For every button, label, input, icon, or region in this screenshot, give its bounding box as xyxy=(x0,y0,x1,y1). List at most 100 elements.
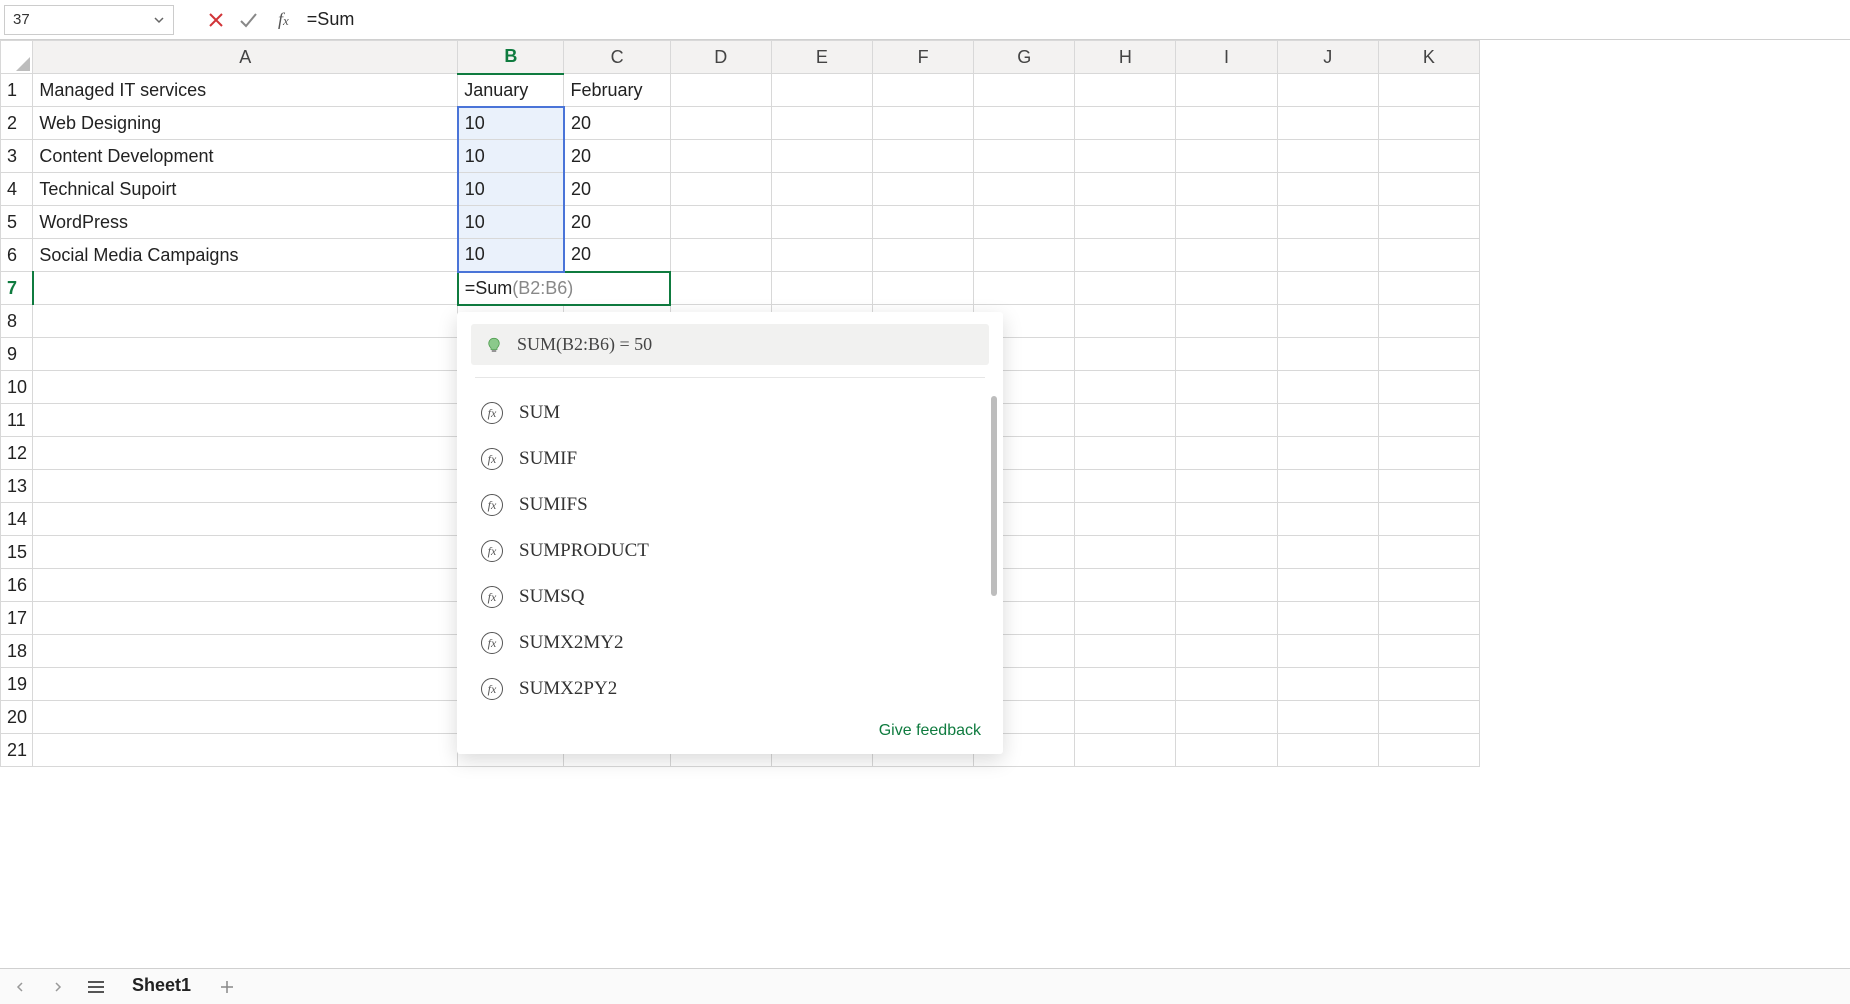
cell-G4[interactable] xyxy=(974,173,1075,206)
cell-I1[interactable] xyxy=(1176,74,1277,107)
cell-D2[interactable] xyxy=(670,107,771,140)
spreadsheet-grid[interactable]: ABCDEFGHIJK1Managed IT servicesJanuaryFe… xyxy=(0,40,1850,968)
column-header-C[interactable]: C xyxy=(564,41,670,74)
cell-A17[interactable] xyxy=(33,602,458,635)
cell-C2[interactable]: 20 xyxy=(564,107,670,140)
cell-J6[interactable] xyxy=(1277,239,1378,272)
cell-B6[interactable]: 10 xyxy=(458,239,564,272)
cell-A8[interactable] xyxy=(33,305,458,338)
cell-G2[interactable] xyxy=(974,107,1075,140)
cell-A15[interactable] xyxy=(33,536,458,569)
cell-I5[interactable] xyxy=(1176,206,1277,239)
cell-E2[interactable] xyxy=(771,107,872,140)
cell-A14[interactable] xyxy=(33,503,458,536)
cell-F3[interactable] xyxy=(872,140,973,173)
cell-H15[interactable] xyxy=(1075,536,1176,569)
row-header-16[interactable]: 16 xyxy=(1,569,33,602)
row-header-9[interactable]: 9 xyxy=(1,338,33,371)
cell-C4[interactable]: 20 xyxy=(564,173,670,206)
row-header-5[interactable]: 5 xyxy=(1,206,33,239)
cell-K15[interactable] xyxy=(1378,536,1479,569)
cell-J1[interactable] xyxy=(1277,74,1378,107)
cell-K13[interactable] xyxy=(1378,470,1479,503)
cell-J2[interactable] xyxy=(1277,107,1378,140)
cell-A19[interactable] xyxy=(33,668,458,701)
cell-A5[interactable]: WordPress xyxy=(33,206,458,239)
row-header-11[interactable]: 11 xyxy=(1,404,33,437)
cell-K19[interactable] xyxy=(1378,668,1479,701)
cell-H10[interactable] xyxy=(1075,371,1176,404)
cell-H19[interactable] xyxy=(1075,668,1176,701)
cell-B1[interactable]: January xyxy=(458,74,564,107)
cell-I2[interactable] xyxy=(1176,107,1277,140)
cell-A11[interactable] xyxy=(33,404,458,437)
cell-A2[interactable]: Web Designing xyxy=(33,107,458,140)
cell-I10[interactable] xyxy=(1176,371,1277,404)
cell-J7[interactable] xyxy=(1277,272,1378,305)
column-header-F[interactable]: F xyxy=(872,41,973,74)
cell-K11[interactable] xyxy=(1378,404,1479,437)
cell-H14[interactable] xyxy=(1075,503,1176,536)
cell-I12[interactable] xyxy=(1176,437,1277,470)
row-header-12[interactable]: 12 xyxy=(1,437,33,470)
cell-J18[interactable] xyxy=(1277,635,1378,668)
cell-E4[interactable] xyxy=(771,173,872,206)
row-header-14[interactable]: 14 xyxy=(1,503,33,536)
all-sheets-button[interactable] xyxy=(84,975,108,999)
row-header-8[interactable]: 8 xyxy=(1,305,33,338)
cell-H4[interactable] xyxy=(1075,173,1176,206)
cell-B4[interactable]: 10 xyxy=(458,173,564,206)
cell-H11[interactable] xyxy=(1075,404,1176,437)
cell-I3[interactable] xyxy=(1176,140,1277,173)
cell-D6[interactable] xyxy=(670,239,771,272)
cell-K2[interactable] xyxy=(1378,107,1479,140)
cell-A20[interactable] xyxy=(33,701,458,734)
cell-H9[interactable] xyxy=(1075,338,1176,371)
cell-H21[interactable] xyxy=(1075,734,1176,767)
cell-C3[interactable]: 20 xyxy=(564,140,670,173)
cell-G7[interactable] xyxy=(974,272,1075,305)
cell-K3[interactable] xyxy=(1378,140,1479,173)
cell-J20[interactable] xyxy=(1277,701,1378,734)
enter-button[interactable] xyxy=(234,6,262,34)
cell-D5[interactable] xyxy=(670,206,771,239)
row-header-13[interactable]: 13 xyxy=(1,470,33,503)
cell-C5[interactable]: 20 xyxy=(564,206,670,239)
cell-D3[interactable] xyxy=(670,140,771,173)
cell-F6[interactable] xyxy=(872,239,973,272)
row-header-4[interactable]: 4 xyxy=(1,173,33,206)
column-header-A[interactable]: A xyxy=(33,41,458,74)
cell-B7[interactable]: =Sum(B2:B6) xyxy=(458,272,670,305)
cell-F5[interactable] xyxy=(872,206,973,239)
cell-G3[interactable] xyxy=(974,140,1075,173)
scrollbar[interactable] xyxy=(991,396,997,596)
cell-H5[interactable] xyxy=(1075,206,1176,239)
cell-A6[interactable]: Social Media Campaigns xyxy=(33,239,458,272)
row-header-7[interactable]: 7 xyxy=(1,272,33,305)
cell-I17[interactable] xyxy=(1176,602,1277,635)
cell-I6[interactable] xyxy=(1176,239,1277,272)
row-header-18[interactable]: 18 xyxy=(1,635,33,668)
cell-I9[interactable] xyxy=(1176,338,1277,371)
cell-I16[interactable] xyxy=(1176,569,1277,602)
cell-G5[interactable] xyxy=(974,206,1075,239)
column-header-H[interactable]: H xyxy=(1075,41,1176,74)
cell-K7[interactable] xyxy=(1378,272,1479,305)
cell-J8[interactable] xyxy=(1277,305,1378,338)
autocomplete-item-sumsq[interactable]: fxSUMSQ xyxy=(475,574,995,620)
cell-D4[interactable] xyxy=(670,173,771,206)
cell-A10[interactable] xyxy=(33,371,458,404)
cell-B5[interactable]: 10 xyxy=(458,206,564,239)
cell-J3[interactable] xyxy=(1277,140,1378,173)
cell-E1[interactable] xyxy=(771,74,872,107)
cell-J19[interactable] xyxy=(1277,668,1378,701)
cell-K5[interactable] xyxy=(1378,206,1479,239)
cell-J15[interactable] xyxy=(1277,536,1378,569)
cell-I14[interactable] xyxy=(1176,503,1277,536)
cell-F7[interactable] xyxy=(872,272,973,305)
cell-J11[interactable] xyxy=(1277,404,1378,437)
column-header-J[interactable]: J xyxy=(1277,41,1378,74)
row-header-20[interactable]: 20 xyxy=(1,701,33,734)
formula-input[interactable] xyxy=(301,9,1846,30)
autocomplete-item-sum[interactable]: fxSUM xyxy=(475,390,995,436)
